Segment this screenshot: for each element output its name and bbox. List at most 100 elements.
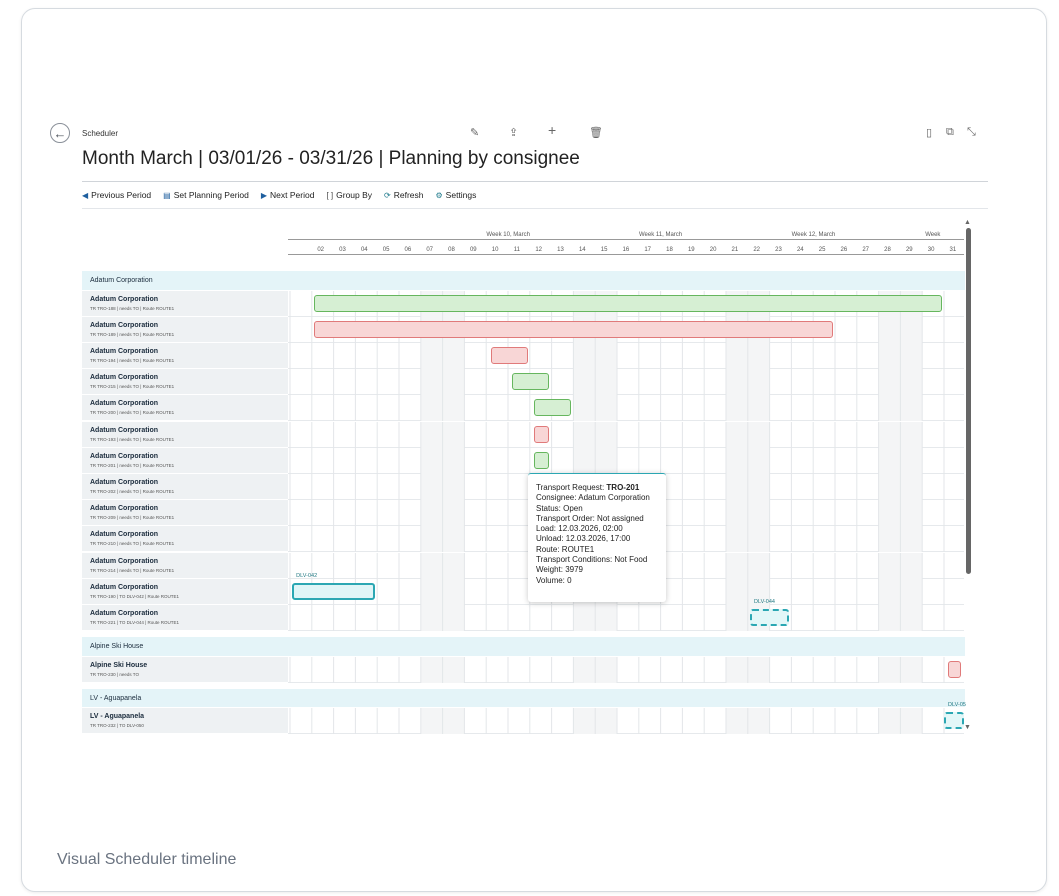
delete-icon[interactable]: 🗑 <box>589 126 603 139</box>
group-by-button[interactable]: [ ] Group By <box>326 190 372 200</box>
triangle-right-icon: ▶ <box>260 190 268 200</box>
row-label: Adatum Corporation TR TRO-221 | TO DLV-04… <box>82 604 288 632</box>
day-label: 20 <box>709 247 717 253</box>
day-label: 03 <box>339 247 346 253</box>
resource-row[interactable]: Adatum Corporation TR TRO-190 | TO DLV-04… <box>82 578 965 605</box>
day-label: 14 <box>578 247 586 253</box>
group-header-row[interactable]: Adatum Corporation <box>82 271 965 291</box>
day-label: 04 <box>360 247 368 253</box>
transport-bar-teal[interactable] <box>292 582 375 600</box>
day-label: 28 <box>884 247 891 253</box>
breadcrumb: Scheduler <box>82 129 119 138</box>
resource-row[interactable]: Adatum Corporation TR TRO-210 | needs TO … <box>82 526 965 553</box>
resource-row[interactable]: Adatum Corporation TR TRO-214 | needs TO … <box>82 552 965 579</box>
edit-icon[interactable]: ✎ <box>470 126 479 139</box>
transport-bar-red[interactable] <box>313 320 833 338</box>
row-subtitle: TR TRO-188 | needs TO | Route ROUTE1 <box>90 305 175 311</box>
row-subtitle: TR TRO-232 | TO DLV-050 <box>90 723 144 729</box>
resource-row[interactable]: LV - Aguapanela TR TRO-232 | TO DLV-050 <box>82 708 965 735</box>
group-header-row[interactable]: LV - Aguapanela <box>82 688 965 709</box>
scroll-down-arrow-icon[interactable]: ▼ <box>964 724 971 731</box>
row-label: Adatum Corporation TR TRO-215 | needs TO … <box>82 369 288 396</box>
transport-bar-teal-dash[interactable] <box>749 608 790 627</box>
week-label: Week 11, March <box>639 232 683 238</box>
day-label: 25 <box>818 247 826 253</box>
row-subtitle: TR TRO-215 | needs TO | Route ROUTE1 <box>90 384 175 390</box>
day-label: 13 <box>557 247 564 253</box>
transport-bar-red[interactable] <box>490 346 528 365</box>
timeline-header: Week 10, March Week 11, March Week 12, Mar… <box>288 226 964 258</box>
add-icon[interactable]: + <box>548 122 556 138</box>
next-period-button[interactable]: ▶ Next Period <box>261 190 315 200</box>
row-title: Adatum Corporation <box>90 400 159 408</box>
transport-bar-red[interactable] <box>534 425 550 443</box>
transport-bar-green[interactable] <box>512 373 550 391</box>
tooltip-volume: Volume: 0 <box>536 575 572 585</box>
timeline-grid <box>288 369 964 396</box>
row-label: Adatum Corporation TR TRO-210 | needs TO … <box>82 526 288 553</box>
share-icon[interactable]: ⇪ <box>509 126 518 139</box>
previous-period-button[interactable]: ◀ Previous Period <box>82 190 151 200</box>
row-label: Adatum Corporation <box>82 271 965 291</box>
row-subtitle: TR TRO-201 | needs TO | Route ROUTE1 <box>90 462 175 468</box>
day-label: 19 <box>687 247 695 253</box>
refresh-button[interactable]: ⟳ Refresh <box>384 190 423 200</box>
row-subtitle: TR TRO-214 | needs TO | Route ROUTE1 <box>90 567 175 573</box>
settings-button[interactable]: ⚙ Settings <box>436 190 477 200</box>
timeline-grid <box>288 604 964 632</box>
resource-row[interactable]: Adatum Corporation TR TRO-200 | needs TO … <box>82 395 965 422</box>
timeline-grid <box>288 421 964 448</box>
vertical-scrollbar[interactable] <box>966 228 971 574</box>
caption: Visual Scheduler timeline <box>57 851 237 868</box>
set-planning-period-button[interactable]: ▤ Set Planning Period <box>163 190 249 200</box>
resource-row[interactable]: Alpine Ski House TR TRO-230 | needs TO <box>82 656 965 683</box>
row-title: Adatum Corporation <box>90 295 159 303</box>
open-new-window-icon[interactable]: ⧉ <box>946 126 954 139</box>
day-label: 07 <box>426 247 434 253</box>
tooltip-consignee: Consignee: Adatum Corporation <box>536 493 650 503</box>
toolbar: ◀ Previous Period ▤ Set Planning Period … <box>82 185 476 205</box>
row-label: Adatum Corporation TR TRO-190 | TO DLV-04… <box>82 578 288 605</box>
week-label: Week <box>925 232 941 238</box>
tooltip-unload: Unload: 12.03.2026, 17:00 <box>536 534 631 544</box>
resource-row[interactable]: Adatum Corporation TR TRO-201 | needs TO … <box>82 447 965 474</box>
triangle-left-icon: ◀ <box>82 190 89 200</box>
row-title: Adatum Corporation <box>90 505 159 513</box>
day-label: 11 <box>513 247 520 253</box>
row-title: Adatum Corporation <box>90 531 159 539</box>
scroll-up-arrow-icon[interactable]: ▲ <box>964 219 971 226</box>
row-label: LV - Aguapanela TR TRO-232 | TO DLV-050 <box>82 708 288 735</box>
resource-row[interactable]: Adatum Corporation TR TRO-193 | needs TO … <box>82 421 965 448</box>
day-label: 02 <box>317 247 325 253</box>
row-title: Adatum Corporation <box>90 426 159 434</box>
refresh-label: Refresh <box>393 190 424 200</box>
delivery-label: DLV-044 <box>753 598 775 605</box>
day-label: 23 <box>775 247 782 253</box>
group-header-row[interactable]: Alpine Ski House <box>82 637 965 657</box>
resource-row[interactable]: Adatum Corporation TR TRO-209 | needs TO … <box>82 500 965 527</box>
row-label: Alpine Ski House <box>82 637 965 657</box>
bookmark-icon[interactable]: ▯ <box>926 126 932 139</box>
day-label: 15 <box>600 247 608 253</box>
title-divider <box>82 181 988 182</box>
transport-bar-red[interactable] <box>948 660 962 678</box>
resource-row[interactable]: Adatum Corporation TR TRO-221 | TO DLV-04… <box>82 604 965 632</box>
tooltip-conditions: Transport Conditions: Not Food <box>536 555 648 565</box>
row-title: Adatum Corporation <box>90 374 159 382</box>
row-label: Adatum Corporation TR TRO-202 | needs TO … <box>82 473 288 501</box>
calendar-icon: ▤ <box>163 190 171 200</box>
group-title: Alpine Ski House <box>90 643 144 651</box>
resource-row[interactable]: Adatum Corporation TR TRO-202 | needs TO … <box>82 473 965 501</box>
tooltip-request-id: TRO-201 <box>606 483 640 492</box>
back-arrow-icon[interactable]: ← <box>50 123 70 143</box>
row-title: Adatum Corporation <box>90 583 159 591</box>
row-title: Alpine Ski House <box>90 661 148 669</box>
page-title: Month March | 03/01/26 - 03/31/26 | Plan… <box>82 148 580 169</box>
next-period-label: Next Period <box>270 190 315 200</box>
day-header-line <box>288 254 964 255</box>
collapse-icon[interactable]: ⤡ <box>967 126 976 139</box>
transport-bar-green[interactable] <box>313 294 942 312</box>
transport-bar-teal-dash[interactable] <box>944 712 964 730</box>
transport-bar-green[interactable] <box>534 451 550 469</box>
transport-bar-green[interactable] <box>534 399 572 417</box>
